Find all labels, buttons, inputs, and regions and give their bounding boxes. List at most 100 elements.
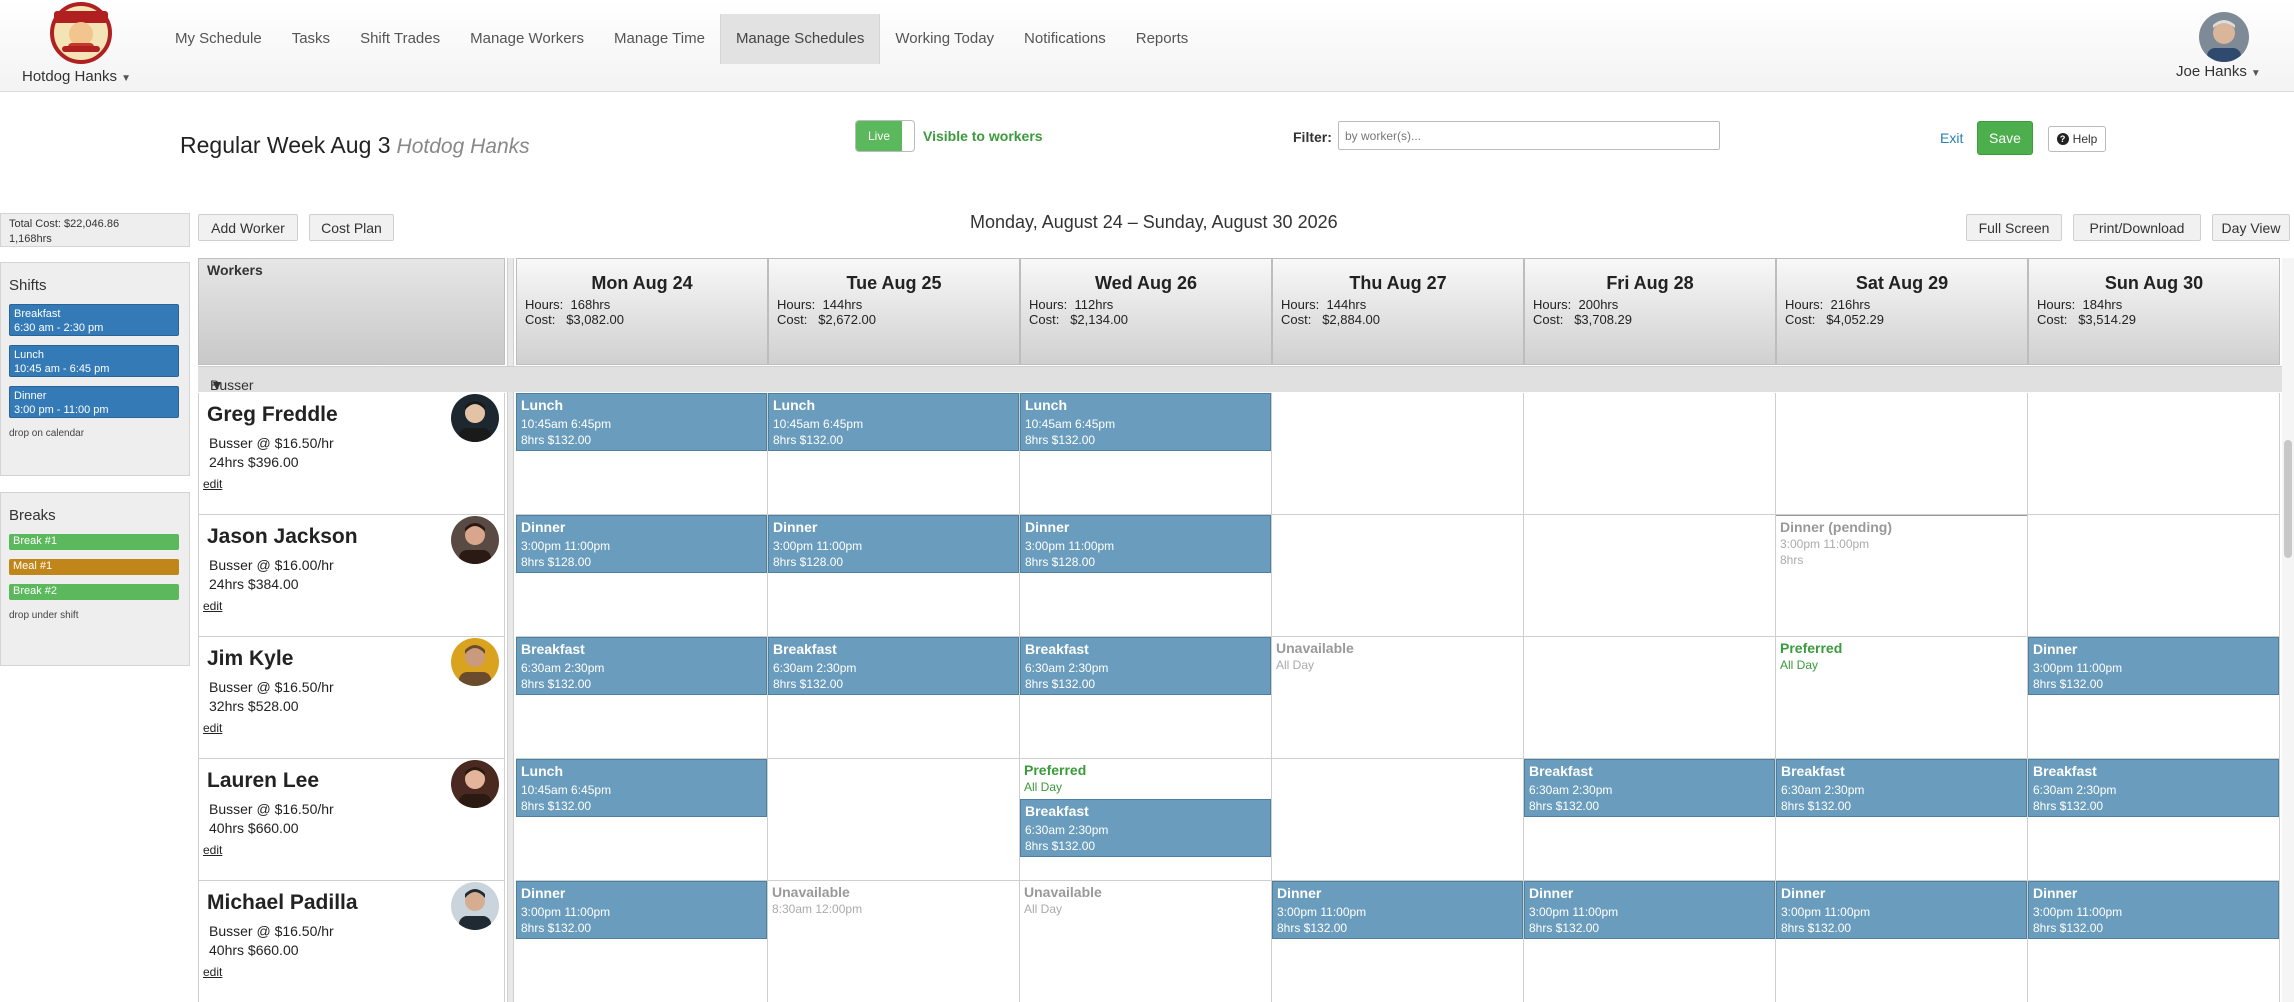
day-cell[interactable]: Dinner 3:00pm 11:00pm 8hrs $132.00 [516,881,768,1002]
group-row-busser[interactable]: ▼ Busser [198,366,2282,393]
cost-plan-button[interactable]: Cost Plan [309,214,394,241]
shift-block[interactable]: Lunch 10:45am 6:45pm 8hrs $132.00 [516,759,767,817]
worker-edit-link[interactable]: edit [203,599,222,613]
meal-template-1[interactable]: Meal #1 [9,559,179,575]
day-cell[interactable] [1272,393,1524,515]
save-button[interactable]: Save [1977,121,2033,155]
day-cell[interactable] [2028,515,2280,637]
shift-block[interactable]: Lunch 10:45am 6:45pm 8hrs $132.00 [516,393,767,451]
day-cell[interactable] [2028,393,2280,515]
preferred-block[interactable]: Preferred All Day [1020,759,1271,797]
worker-edit-link[interactable]: edit [203,965,222,979]
brand-logo-icon[interactable] [48,2,114,64]
worker-edit-link[interactable]: edit [203,721,222,735]
day-cell[interactable]: Breakfast 6:30am 2:30pm 8hrs $132.00 [1776,759,2028,881]
add-worker-button[interactable]: Add Worker [198,214,298,241]
shift-template-dinner[interactable]: Dinner 3:00 pm - 11:00 pm [9,386,179,418]
day-cell[interactable]: Dinner 3:00pm 11:00pm 8hrs $128.00 [768,515,1020,637]
shift-block[interactable]: Breakfast 6:30am 2:30pm 8hrs $132.00 [1020,637,1271,695]
shift-block[interactable]: Breakfast 6:30am 2:30pm 8hrs $132.00 [1524,759,1775,817]
shift-block[interactable]: Breakfast 6:30am 2:30pm 8hrs $132.00 [768,637,1019,695]
day-cell[interactable]: Unavailable All Day [1272,637,1524,759]
day-cell[interactable]: Breakfast 6:30am 2:30pm 8hrs $132.00 [768,637,1020,759]
day-view-button[interactable]: Day View [2212,214,2290,241]
shift-block[interactable]: Dinner 3:00pm 11:00pm 8hrs $132.00 [2028,881,2279,939]
worker-name[interactable]: Greg Freddle [207,403,338,427]
day-cell[interactable]: Unavailable 8:30am 12:00pm [768,881,1020,1002]
shift-block[interactable]: Dinner 3:00pm 11:00pm 8hrs $128.00 [516,515,767,573]
print-download-button[interactable]: Print/Download [2073,214,2201,241]
break-template-2[interactable]: Break #2 [9,584,179,600]
scrollbar-thumb[interactable] [2284,440,2292,558]
day-cell[interactable]: Lunch 10:45am 6:45pm 8hrs $132.00 [768,393,1020,515]
day-cell[interactable]: Dinner 3:00pm 11:00pm 8hrs $132.00 [1272,881,1524,1002]
day-cell[interactable]: Dinner 3:00pm 11:00pm 8hrs $132.00 [1524,881,1776,1002]
shift-block[interactable]: Lunch 10:45am 6:45pm 8hrs $132.00 [1020,393,1271,451]
full-screen-button[interactable]: Full Screen [1966,214,2062,241]
shift-block[interactable]: Dinner 3:00pm 11:00pm 8hrs $128.00 [1020,515,1271,573]
day-cell[interactable]: Dinner 3:00pm 11:00pm 8hrs $132.00 [2028,881,2280,1002]
user-menu[interactable]: Joe Hanks ▼ [2176,63,2261,80]
day-cell[interactable]: Dinner 3:00pm 11:00pm 8hrs $128.00 [516,515,768,637]
brand-menu[interactable]: Hotdog Hanks ▼ [22,68,131,85]
shift-block[interactable]: Breakfast 6:30am 2:30pm 8hrs $132.00 [1020,799,1271,857]
worker-edit-link[interactable]: edit [203,477,222,491]
nav-notifications[interactable]: Notifications [1009,14,1121,64]
day-cell[interactable]: Breakfast 6:30am 2:30pm 8hrs $132.00 [1524,759,1776,881]
exit-link[interactable]: Exit [1940,130,1963,146]
nav-tasks[interactable]: Tasks [277,14,345,64]
day-cell[interactable]: Dinner 3:00pm 11:00pm 8hrs $128.00 [1020,515,1272,637]
day-cell[interactable]: Lunch 10:45am 6:45pm 8hrs $132.00 [1020,393,1272,515]
shift-template-lunch[interactable]: Lunch 10:45 am - 6:45 pm [9,345,179,377]
day-cell[interactable]: Preferred All Day [1776,637,2028,759]
day-cell[interactable]: Lunch 10:45am 6:45pm 8hrs $132.00 [516,759,768,881]
day-cell[interactable]: Dinner 3:00pm 11:00pm 8hrs $132.00 [1776,881,2028,1002]
nav-manage-workers[interactable]: Manage Workers [455,14,599,64]
day-cell[interactable] [1524,393,1776,515]
shift-block[interactable]: Dinner 3:00pm 11:00pm 8hrs $132.00 [2028,637,2279,695]
break-template-1[interactable]: Break #1 [9,534,179,550]
shift-block[interactable]: Dinner 3:00pm 11:00pm 8hrs $128.00 [768,515,1019,573]
worker-name[interactable]: Lauren Lee [207,769,319,793]
worker-edit-link[interactable]: edit [203,843,222,857]
day-cell[interactable] [1776,393,2028,515]
shift-block[interactable]: Breakfast 6:30am 2:30pm 8hrs $132.00 [2028,759,2279,817]
day-cell[interactable]: Unavailable All Day [1020,881,1272,1002]
day-cell[interactable]: Dinner (pending) 3:00pm 11:00pm 8hrs [1776,515,2028,637]
worker-filter-input[interactable] [1338,121,1720,150]
vertical-scrollbar[interactable] [2282,258,2294,1002]
shift-block[interactable]: Lunch 10:45am 6:45pm 8hrs $132.00 [768,393,1019,451]
shift-block[interactable]: Dinner 3:00pm 11:00pm 8hrs $132.00 [516,881,767,939]
pending-shift-block[interactable]: Dinner (pending) 3:00pm 11:00pm 8hrs [1776,515,2027,573]
shift-block[interactable]: Breakfast 6:30am 2:30pm 8hrs $132.00 [516,637,767,695]
user-avatar[interactable] [2199,12,2249,62]
day-cell[interactable]: Preferred All Day Breakfast 6:30am 2:30pm 8h… [1020,759,1272,881]
nav-my-schedule[interactable]: My Schedule [160,14,277,64]
nav-reports[interactable]: Reports [1121,14,1204,64]
shift-template-breakfast[interactable]: Breakfast 6:30 am - 2:30 pm [9,304,179,336]
nav-manage-time[interactable]: Manage Time [599,14,720,64]
shift-block[interactable]: Dinner 3:00pm 11:00pm 8hrs $132.00 [1776,881,2027,939]
day-cell[interactable]: Dinner 3:00pm 11:00pm 8hrs $132.00 [2028,637,2280,759]
day-cell[interactable] [1272,515,1524,637]
shift-block[interactable]: Dinner 3:00pm 11:00pm 8hrs $132.00 [1524,881,1775,939]
nav-shift-trades[interactable]: Shift Trades [345,14,455,64]
worker-name[interactable]: Jim Kyle [207,647,293,671]
day-cell[interactable]: Lunch 10:45am 6:45pm 8hrs $132.00 [516,393,768,515]
preferred-block[interactable]: Preferred All Day [1776,637,2027,695]
shift-block[interactable]: Breakfast 6:30am 2:30pm 8hrs $132.00 [1776,759,2027,817]
day-cell[interactable] [768,759,1020,881]
nav-manage-schedules[interactable]: Manage Schedules [719,14,881,64]
help-button[interactable]: ? Help [2048,126,2106,152]
worker-name[interactable]: Jason Jackson [207,525,358,549]
day-cell[interactable]: Breakfast 6:30am 2:30pm 8hrs $132.00 [516,637,768,759]
live-toggle[interactable]: Live [855,120,915,152]
day-cell[interactable]: Breakfast 6:30am 2:30pm 8hrs $132.00 [1020,637,1272,759]
shift-block[interactable]: Dinner 3:00pm 11:00pm 8hrs $132.00 [1272,881,1523,939]
day-cell[interactable] [1272,759,1524,881]
nav-working-today[interactable]: Working Today [880,14,1009,64]
day-cell[interactable]: Breakfast 6:30am 2:30pm 8hrs $132.00 [2028,759,2280,881]
worker-name[interactable]: Michael Padilla [207,891,358,915]
day-cell[interactable] [1524,515,1776,637]
day-cell[interactable] [1524,637,1776,759]
